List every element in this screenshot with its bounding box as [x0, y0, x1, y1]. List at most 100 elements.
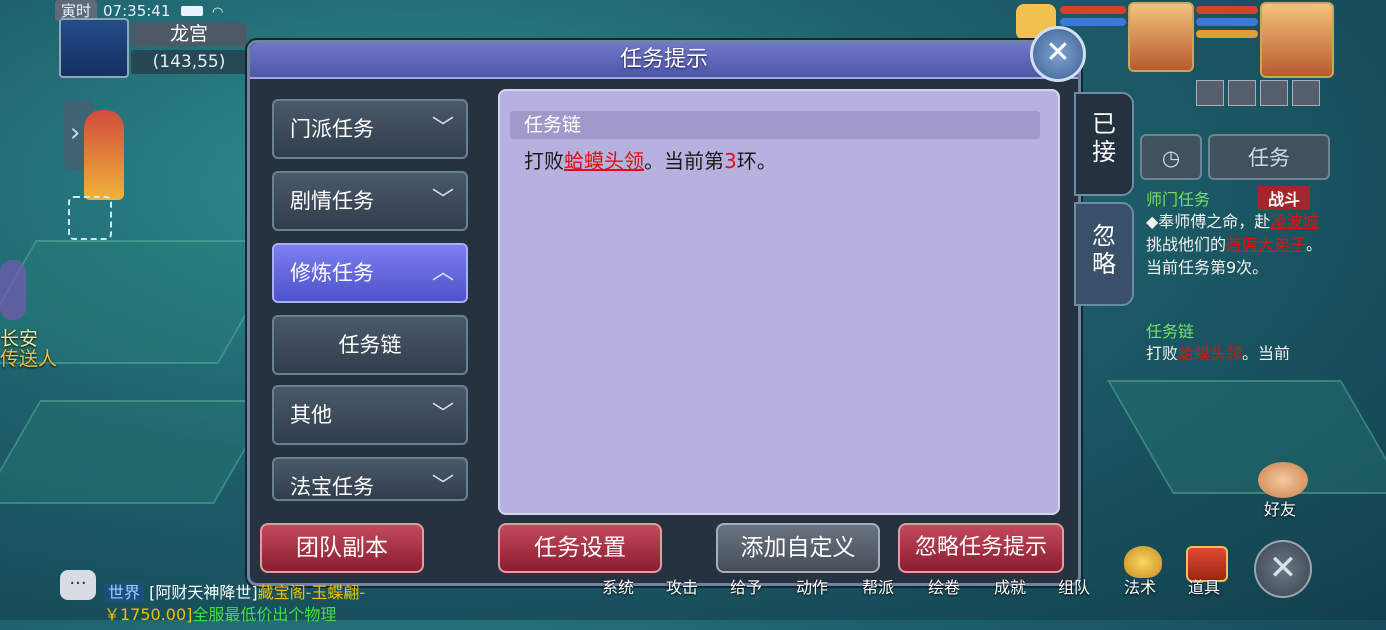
category-juqing[interactable]: 剧情任务 ﹀ [272, 171, 468, 231]
map-coords: (143,55) [131, 50, 247, 74]
ring-count: 3 [724, 149, 737, 173]
add-custom-button[interactable]: 添加自定义 [716, 523, 880, 573]
chat-message[interactable]: 世界 [阿财天神降世]藏宝阁-玉蝶翩-￥1750.00]全服最低价出个物理 [104, 582, 404, 630]
tab-label: 已接 [1092, 110, 1116, 166]
clock-icon: ◷ [1161, 146, 1181, 170]
tab-label: 忽略 [1092, 222, 1116, 278]
chat-sender: [阿财天神降世] [149, 583, 258, 602]
task-tab-button[interactable]: 任务 [1208, 134, 1330, 180]
team-dungeon-button[interactable]: 团队副本 [260, 523, 424, 573]
task-detail-panel: 任务链 打败蛤蟆头领。当前第3环。 [498, 89, 1060, 515]
friends-label: 好友 [1264, 500, 1297, 519]
subcategory-renwulian[interactable]: 任务链 [272, 315, 468, 375]
tab-accepted[interactable]: 已接 [1074, 92, 1134, 196]
category-xiulian[interactable]: 修炼任务 ︿ [272, 243, 468, 303]
tracker-item-desc: ◆奉师傅之命，赴凌波城挑战他们的首席大弟子。当前任务第9次。 [1146, 210, 1334, 279]
menu-attack[interactable]: 攻击 [666, 574, 698, 598]
collapse-menu-button[interactable]: ✕ [1254, 540, 1312, 598]
wifi-icon: ◠ [211, 5, 224, 20]
category-label: 门派任务 [290, 117, 374, 141]
battery-icon [181, 6, 204, 16]
dialog-title: 任务提示 [619, 47, 708, 72]
tab-ignored[interactable]: 忽略 [1074, 202, 1134, 306]
task-detail-text: 打败蛤蟆头领。当前第3环。 [524, 145, 777, 174]
chat-channel: 世界 [104, 583, 145, 602]
menu-team[interactable]: 组队 [1058, 574, 1090, 598]
menu-action[interactable]: 动作 [796, 574, 828, 598]
chevron-right-icon: › [70, 118, 81, 148]
buff-icon[interactable] [1292, 80, 1320, 106]
player-sp-bar [1196, 30, 1258, 38]
chat-bubble-icon[interactable]: ··· [60, 570, 96, 600]
chevron-down-icon: ﹀ [431, 188, 454, 213]
chat-text: 全服最低价出个物理 [192, 605, 337, 624]
tracker-item-shimen[interactable]: 师门任务 战斗 ◆奉师傅之命，赴凌波城挑战他们的首席大弟子。当前任务第9次。 [1146, 186, 1334, 279]
menu-guild[interactable]: 帮派 [862, 574, 894, 598]
task-tracker: ◷ 任务 师门任务 战斗 ◆奉师傅之命，赴凌波城挑战他们的首席大弟子。当前任务第9… [1140, 134, 1338, 364]
timer-button[interactable]: ◷ [1140, 134, 1202, 180]
category-fabao[interactable]: 法宝任务 ﹀ [272, 457, 468, 501]
task-detail-header: 任务链 [510, 111, 1040, 139]
npc-title-label: 传送人 [0, 348, 58, 370]
buff-icon[interactable] [1228, 80, 1256, 106]
menu-system[interactable]: 系统 [602, 574, 634, 598]
menu-achievement[interactable]: 成就 [994, 574, 1026, 598]
map-thumbnail[interactable] [59, 18, 129, 78]
category-menpai[interactable]: 门派任务 ﹀ [272, 99, 468, 159]
status-bar: 寅时 07:35:41 ◠ [55, 0, 250, 21]
desc-text: ◆奉师傅之命，赴 [1146, 212, 1271, 231]
buff-icons-row [1196, 80, 1326, 106]
close-icon: ✕ [1268, 548, 1298, 588]
text-prefix: 打败 [524, 149, 564, 173]
battle-tag: 战斗 [1258, 186, 1311, 210]
menu-scroll[interactable]: 绘卷 [928, 574, 960, 598]
category-label: 修炼任务 [290, 261, 374, 285]
location-link[interactable]: 凌波城 [1270, 212, 1318, 231]
task-settings-button[interactable]: 任务设置 [498, 523, 662, 573]
floor-tile [1107, 380, 1386, 494]
summon-portrait[interactable] [1128, 2, 1194, 72]
player-character[interactable] [84, 110, 124, 200]
desc-text: 挑战他们的 [1146, 235, 1227, 254]
minimap-panel[interactable]: 寅时 07:35:41 ◠ 龙宫 (143,55) [55, 0, 250, 78]
target-link[interactable]: 蛤蟆头领 [1178, 344, 1242, 360]
chevron-down-icon: ﹀ [431, 474, 454, 499]
category-label: 法宝任务 [290, 475, 374, 499]
ignore-task-tips-button[interactable]: 忽略任务提示 [898, 523, 1064, 573]
player-hp-bar [1196, 6, 1258, 14]
target-link[interactable]: 蛤蟆头领 [564, 149, 644, 173]
text-suffix: 环。 [736, 149, 777, 173]
buff-icon[interactable] [1196, 80, 1224, 106]
tracker-item-title: 任务链 [1146, 322, 1195, 341]
category-label: 其他 [290, 403, 332, 427]
player-portrait[interactable] [1260, 2, 1334, 78]
pet-hp-bar [1060, 6, 1126, 14]
subcategory-label: 任务链 [338, 333, 402, 357]
fullscreen-icon[interactable] [68, 196, 112, 240]
player-mp-bar [1196, 18, 1258, 26]
category-qita[interactable]: 其他 ﹀ [272, 385, 468, 445]
tracker-item-desc: 打败蛤蟆头领。当前 [1146, 342, 1334, 360]
menu-items[interactable]: 道具 [1188, 574, 1220, 598]
category-label: 剧情任务 [290, 189, 374, 213]
desc-text: 打败 [1146, 344, 1179, 360]
tracker-item-title: 师门任务 [1146, 190, 1211, 209]
text-middle: 。当前第 [644, 149, 724, 173]
close-dialog-button[interactable]: ✕ [1030, 26, 1086, 82]
menu-spell[interactable]: 法术 [1124, 574, 1156, 598]
buff-icon[interactable] [1260, 80, 1288, 106]
pet-mp-bar [1060, 18, 1126, 26]
task-dialog: 任务提示 门派任务 ﹀ 剧情任务 ﹀ 修炼任务 ︿ 任务链 其他 ﹀ 法宝任务 … [247, 40, 1081, 586]
chevron-down-icon: ﹀ [431, 402, 454, 427]
map-name: 龙宫 [131, 22, 247, 46]
chevron-up-icon: ︿ [431, 260, 454, 285]
friends-icon[interactable] [1258, 462, 1308, 498]
desc-text: 。当前 [1242, 344, 1291, 360]
floor-tile [0, 400, 275, 504]
tracker-item-chain[interactable]: 任务链 打败蛤蟆头领。当前 [1146, 318, 1334, 360]
chevron-down-icon: ﹀ [431, 116, 454, 141]
npc-sprite[interactable] [0, 260, 26, 320]
npc-link[interactable]: 首席大弟子 [1226, 235, 1306, 254]
close-icon: ✕ [1045, 35, 1071, 70]
menu-give[interactable]: 给予 [730, 574, 762, 598]
